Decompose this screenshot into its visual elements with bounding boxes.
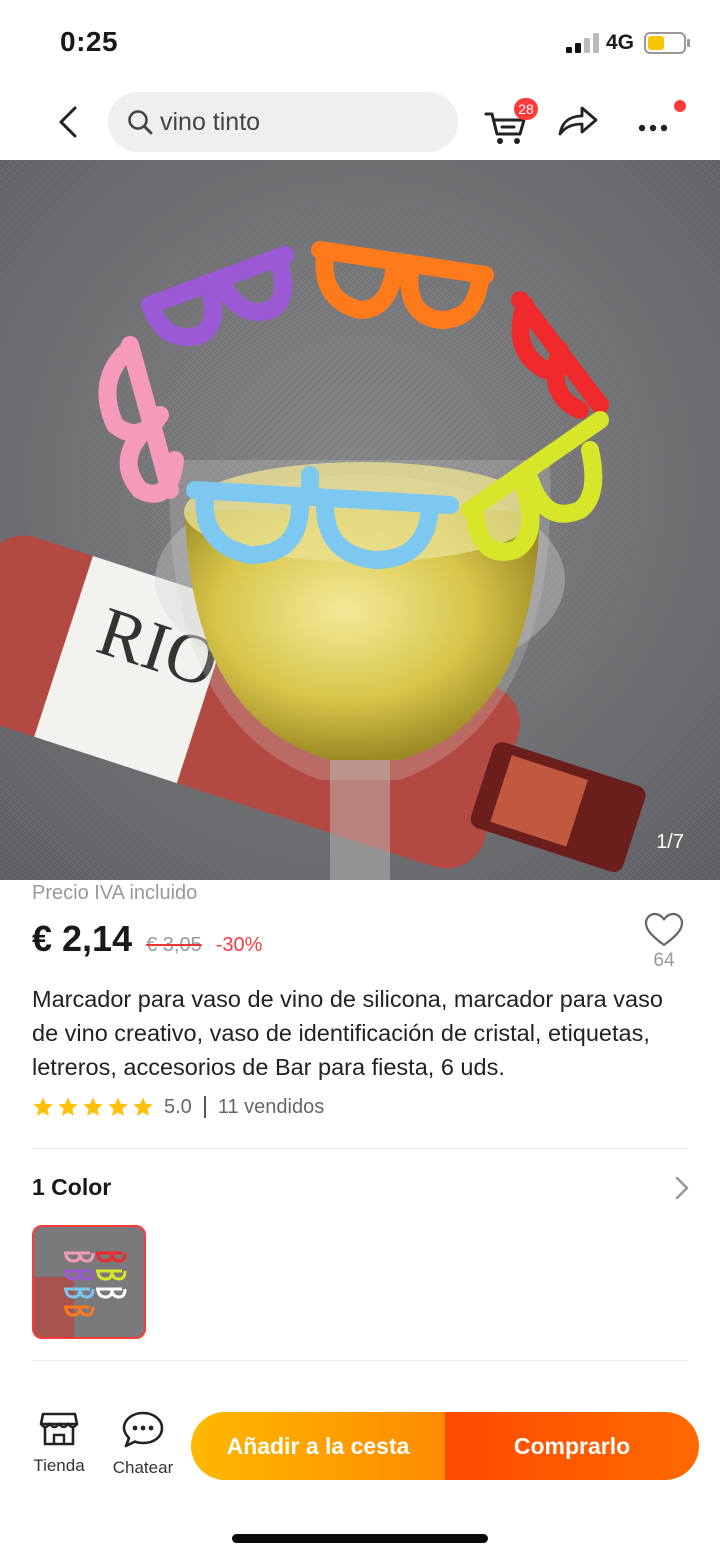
image-counter: 1/7 [656, 831, 684, 853]
divider [32, 1360, 688, 1361]
notification-dot [674, 100, 686, 112]
search-icon [128, 110, 153, 135]
divider [32, 1148, 688, 1149]
sold-count: 11 vendidos [217, 1095, 325, 1118]
separator [203, 1096, 206, 1118]
status-bar: 0:25 4G [0, 0, 720, 86]
wishlist-count: 64 [653, 950, 675, 971]
network-type: 4G [606, 31, 635, 54]
price-row: € 2,14 € 3,05 -30% [32, 918, 262, 968]
wishlist-button[interactable]: 64 [636, 912, 692, 982]
add-to-cart-button[interactable]: Añadir a la cesta [191, 1412, 445, 1480]
rating-row[interactable]: 5.0 11 vendidos [32, 1092, 324, 1122]
more-options-button[interactable] [628, 94, 688, 150]
tax-note: Precio IVA incluido [32, 882, 198, 904]
battery-icon [644, 32, 690, 54]
search-input[interactable]: vino tinto [108, 92, 458, 152]
original-price: € 3,05 [146, 934, 202, 956]
bottom-action-bar: Tienda Chatear Añadir a la cesta Comprar… [0, 1390, 720, 1500]
signal-icon [566, 33, 599, 53]
purchase-actions: Añadir a la cesta Comprarlo [191, 1412, 699, 1480]
star-icon [33, 1097, 53, 1116]
star-rating [32, 1096, 154, 1118]
store-icon [39, 1412, 79, 1446]
home-indicator [232, 1534, 488, 1543]
share-icon [558, 106, 598, 136]
star-icon [133, 1097, 153, 1116]
chat-icon [122, 1411, 164, 1448]
chat-label: Chatear [112, 1458, 174, 1477]
back-arrow-icon [59, 106, 77, 138]
discount-badge: -30% [215, 934, 263, 956]
swatch-image [34, 1227, 144, 1337]
rating-value: 5.0 [164, 1095, 192, 1118]
chat-button[interactable]: Chatear [108, 1410, 178, 1478]
store-button[interactable]: Tienda [24, 1410, 94, 1476]
cart-count-badge: 28 [514, 98, 538, 120]
color-selector-row[interactable]: 1 Color [0, 1164, 720, 1214]
back-button[interactable] [44, 96, 92, 148]
star-icon [83, 1097, 103, 1116]
color-swatch-thumbnail[interactable] [32, 1225, 146, 1339]
chevron-right-icon [675, 1176, 689, 1200]
star-icon [108, 1097, 128, 1116]
product-photo: RIO [0, 160, 720, 880]
top-navigation: vino tinto 28 [0, 86, 720, 160]
status-time: 0:25 [60, 26, 119, 57]
search-query: vino tinto [160, 107, 261, 136]
star-icon [58, 1097, 78, 1116]
product-image-gallery[interactable]: RIO 1/7 [0, 160, 720, 880]
heart-icon [644, 912, 684, 947]
product-title: Marcador para vaso de vino de silicona, … [32, 986, 663, 1080]
current-price: € 2,14 [32, 918, 133, 959]
color-label: 1 Color [32, 1174, 112, 1200]
share-button[interactable] [554, 98, 600, 144]
cart-button[interactable]: 28 [476, 92, 540, 152]
buy-now-button[interactable]: Comprarlo [445, 1412, 699, 1480]
store-label: Tienda [33, 1456, 85, 1475]
